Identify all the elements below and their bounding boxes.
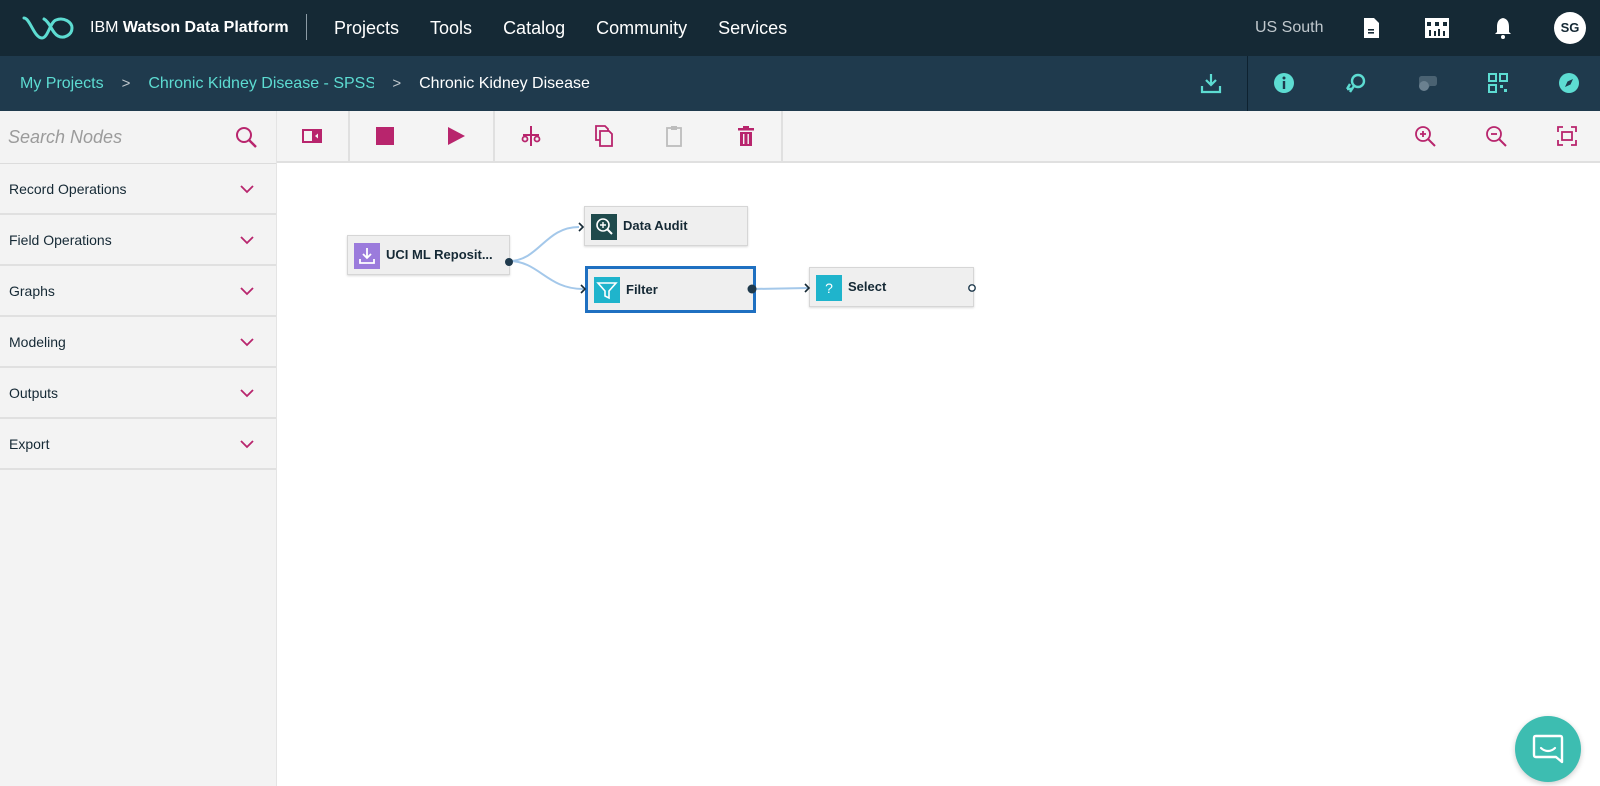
- comments-icon: [1419, 76, 1437, 91]
- copy-icon[interactable]: [592, 125, 614, 147]
- search-icon[interactable]: [234, 125, 258, 149]
- zoom-in-icon[interactable]: [1414, 125, 1436, 147]
- connection-link[interactable]: [508, 260, 584, 290]
- input-port-icon[interactable]: [579, 283, 589, 295]
- compass-icon[interactable]: [1558, 72, 1580, 94]
- top-navigation-bar: IBM Watson Data Platform Projects Tools …: [0, 0, 1600, 56]
- flow-node-data-audit[interactable]: Data Audit: [584, 206, 748, 246]
- input-port-icon[interactable]: [803, 282, 813, 294]
- breadcrumb-bar: My Projects > Chronic Kidney Disease - S…: [0, 56, 1600, 111]
- restore-version-icon[interactable]: [1345, 72, 1367, 94]
- download-icon[interactable]: [1200, 72, 1222, 94]
- connection-link[interactable]: [751, 287, 809, 290]
- node-label: UCI ML Reposit...: [386, 247, 493, 262]
- category-outputs[interactable]: Outputs: [0, 368, 276, 419]
- breadcrumb-separator: >: [121, 75, 131, 92]
- zoom-out-icon[interactable]: [1485, 125, 1507, 147]
- category-label: Field Operations: [9, 232, 112, 248]
- search-nodes: [0, 111, 276, 164]
- brand-divider: [306, 14, 307, 40]
- output-port[interactable]: [966, 282, 978, 294]
- delete-icon[interactable]: [735, 125, 757, 147]
- category-label: Outputs: [9, 385, 59, 401]
- category-label: Graphs: [9, 283, 55, 299]
- breadcrumb-project[interactable]: Chronic Kidney Disease - SPSS Modeler: [148, 75, 374, 93]
- node-label: Select: [848, 279, 887, 294]
- palette-grid-icon[interactable]: [1487, 72, 1509, 94]
- flow-node-filter[interactable]: Filter: [585, 266, 756, 313]
- search-nodes-input[interactable]: [8, 123, 228, 151]
- nav-services[interactable]: Services: [718, 18, 787, 39]
- category-modeling[interactable]: Modeling: [0, 317, 276, 368]
- filter-icon: [594, 277, 620, 303]
- nav-tools[interactable]: Tools: [430, 18, 472, 39]
- toolbar-divider: [781, 111, 783, 163]
- category-graphs[interactable]: Graphs: [0, 266, 276, 317]
- category-field-operations[interactable]: Field Operations: [0, 215, 276, 266]
- output-port[interactable]: [503, 256, 515, 268]
- import-icon: [354, 243, 380, 269]
- catalog-grid-icon[interactable]: [1424, 16, 1450, 40]
- toggle-palette-icon[interactable]: [301, 125, 323, 147]
- flow-node-uci-source[interactable]: UCI ML Reposit...: [347, 235, 510, 275]
- chevron-down-icon: [240, 440, 254, 449]
- category-label: Record Operations: [9, 181, 127, 197]
- chevron-down-icon: [240, 338, 254, 347]
- canvas-toolbar: [277, 111, 1600, 163]
- magnify-plus-icon: [591, 214, 617, 240]
- stop-icon[interactable]: [374, 125, 396, 147]
- connection-link[interactable]: [508, 226, 580, 262]
- chevron-down-icon: [240, 185, 254, 194]
- flow-node-select[interactable]: ? Select: [809, 267, 974, 307]
- cut-icon[interactable]: [520, 125, 542, 147]
- main-nav: Projects Tools Catalog Community Service…: [334, 0, 818, 56]
- brand-prefix: IBM: [90, 19, 119, 36]
- input-port-icon[interactable]: [577, 221, 587, 233]
- paste-icon: [666, 126, 682, 147]
- document-icon[interactable]: [1359, 16, 1383, 40]
- chevron-down-icon: [240, 287, 254, 296]
- flow-canvas[interactable]: UCI ML Reposit... Data Audit Filter ? Se…: [277, 163, 1600, 786]
- run-icon[interactable]: [445, 125, 467, 147]
- category-label: Export: [9, 436, 50, 452]
- platform-brand[interactable]: IBM Watson Data Platform: [90, 0, 289, 56]
- category-export[interactable]: Export: [0, 419, 276, 470]
- breadcrumb: My Projects > Chronic Kidney Disease - S…: [20, 56, 590, 111]
- region-selector[interactable]: US South: [1255, 0, 1323, 56]
- chat-icon: [1532, 734, 1564, 764]
- nav-projects[interactable]: Projects: [334, 18, 399, 39]
- zoom-to-fit-icon[interactable]: [1556, 125, 1578, 147]
- svg-text:?: ?: [825, 280, 833, 296]
- toolbar-divider: [348, 111, 350, 163]
- chevron-down-icon: [240, 236, 254, 245]
- output-port[interactable]: [746, 283, 758, 295]
- breadcrumb-separator: >: [392, 75, 402, 92]
- breadcrumb-my-projects[interactable]: My Projects: [20, 75, 104, 93]
- node-palette-sidebar: Record Operations Field Operations Graph…: [0, 111, 277, 786]
- brand-name: Watson Data Platform: [122, 19, 289, 36]
- category-record-operations[interactable]: Record Operations: [0, 164, 276, 215]
- breadcrumb-divider: [1247, 56, 1248, 111]
- watson-logo-icon[interactable]: [22, 14, 74, 42]
- info-icon[interactable]: [1273, 72, 1295, 94]
- nav-community[interactable]: Community: [596, 18, 687, 39]
- node-label: Data Audit: [623, 218, 688, 233]
- user-avatar[interactable]: SG: [1554, 12, 1586, 44]
- nav-catalog[interactable]: Catalog: [503, 18, 565, 39]
- chat-launcher-button[interactable]: [1515, 716, 1581, 782]
- question-icon: ?: [816, 275, 842, 301]
- node-label: Filter: [626, 282, 658, 297]
- category-label: Modeling: [9, 334, 66, 350]
- chevron-down-icon: [240, 389, 254, 398]
- notification-bell-icon[interactable]: [1491, 16, 1515, 40]
- toolbar-divider: [493, 111, 495, 163]
- breadcrumb-current: Chronic Kidney Disease: [419, 74, 590, 92]
